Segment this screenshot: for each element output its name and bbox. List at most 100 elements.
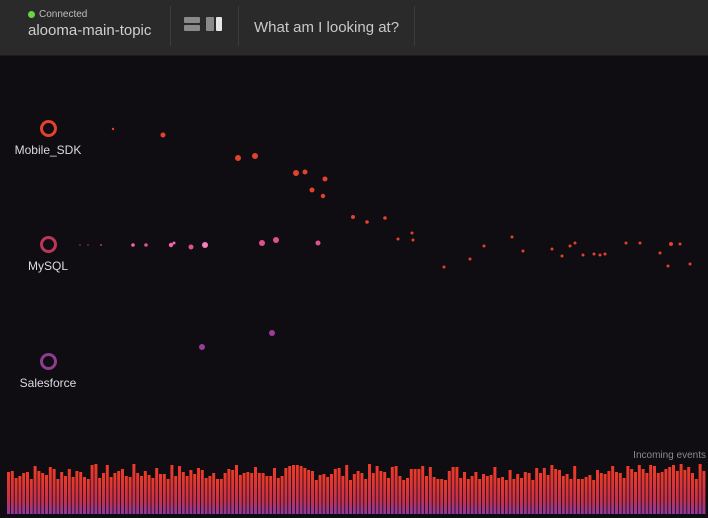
histogram-bar bbox=[52, 469, 56, 514]
histogram-bar bbox=[174, 476, 178, 514]
event-flow-visualization bbox=[7, 127, 706, 514]
histogram-bar bbox=[474, 472, 478, 514]
histogram-bar bbox=[151, 478, 155, 514]
event-particle bbox=[79, 244, 81, 246]
histogram-bar bbox=[436, 479, 440, 514]
histogram-bar bbox=[561, 476, 565, 514]
histogram-bar bbox=[622, 478, 626, 514]
histogram-bar bbox=[702, 471, 706, 514]
histogram-bar bbox=[539, 473, 542, 514]
incoming-events-histogram bbox=[7, 464, 706, 514]
histogram-bar bbox=[185, 476, 189, 514]
event-particle bbox=[678, 242, 682, 246]
histogram-bar bbox=[166, 479, 170, 514]
histogram-bar bbox=[257, 473, 261, 514]
event-particle bbox=[658, 251, 662, 255]
histogram-bar bbox=[546, 475, 550, 514]
event-particle bbox=[302, 169, 308, 175]
histogram-bar bbox=[520, 478, 523, 514]
event-particle bbox=[202, 242, 208, 248]
histogram-bar bbox=[94, 464, 98, 514]
event-particle bbox=[550, 247, 554, 251]
histogram-bar bbox=[691, 473, 694, 514]
event-particle bbox=[688, 262, 692, 266]
histogram-bar bbox=[170, 465, 174, 514]
histogram-bar bbox=[90, 465, 94, 514]
histogram-bar bbox=[48, 467, 52, 514]
histogram-bar bbox=[421, 466, 425, 514]
histogram-bar bbox=[387, 478, 390, 514]
event-particle bbox=[624, 241, 628, 245]
event-particle bbox=[320, 193, 326, 199]
event-particle bbox=[603, 252, 607, 256]
event-particle bbox=[160, 132, 166, 138]
histogram-bar bbox=[584, 477, 588, 514]
histogram-bar bbox=[607, 471, 611, 514]
event-particle bbox=[168, 242, 174, 248]
histogram-bar bbox=[326, 477, 330, 514]
histogram-bar bbox=[303, 468, 307, 514]
histogram-bar bbox=[18, 476, 22, 514]
event-particle bbox=[172, 241, 176, 245]
histogram-bar bbox=[288, 466, 292, 514]
histogram-bar bbox=[417, 469, 421, 514]
histogram-bar bbox=[444, 480, 447, 514]
event-particle bbox=[351, 215, 355, 219]
histogram-bar bbox=[83, 477, 86, 514]
histogram-bar bbox=[459, 478, 463, 514]
histogram-bar bbox=[197, 468, 200, 514]
histogram-bar bbox=[276, 478, 280, 514]
event-particle bbox=[442, 265, 446, 269]
histogram-bar bbox=[311, 471, 314, 514]
event-particle bbox=[638, 241, 642, 245]
event-particle bbox=[111, 127, 115, 131]
histogram-bar bbox=[508, 470, 512, 514]
histogram-bar bbox=[664, 469, 668, 514]
histogram-bar bbox=[687, 467, 691, 514]
event-particle bbox=[521, 249, 525, 253]
histogram-bar bbox=[615, 472, 618, 514]
histogram-bar bbox=[432, 477, 436, 514]
event-particle bbox=[273, 237, 279, 243]
event-particle bbox=[592, 252, 596, 256]
histogram-bar bbox=[409, 469, 413, 514]
histogram-bar bbox=[60, 472, 64, 514]
histogram-bar bbox=[368, 464, 371, 514]
histogram-bar bbox=[162, 474, 166, 514]
histogram-bar bbox=[37, 471, 41, 514]
histogram-bar bbox=[580, 479, 584, 514]
histogram-bar bbox=[425, 476, 428, 514]
histogram-bar bbox=[132, 464, 136, 514]
histogram-bar bbox=[117, 471, 121, 514]
histogram-bar bbox=[618, 473, 622, 514]
event-particle bbox=[188, 244, 194, 250]
histogram-bar bbox=[341, 476, 345, 514]
histogram-bar bbox=[235, 465, 238, 514]
histogram-bar bbox=[406, 478, 409, 514]
histogram-bar bbox=[656, 473, 660, 514]
histogram-bar bbox=[128, 477, 132, 514]
histogram-bar bbox=[136, 473, 140, 514]
histogram-bar bbox=[531, 480, 535, 514]
histogram-bar bbox=[626, 466, 630, 514]
histogram-bar bbox=[280, 476, 284, 514]
histogram-bar bbox=[527, 473, 531, 514]
histogram-bar bbox=[337, 468, 341, 514]
event-particle bbox=[259, 240, 265, 246]
histogram-bar bbox=[242, 473, 246, 514]
histogram-bar bbox=[645, 473, 649, 514]
histogram-bar bbox=[45, 475, 48, 514]
histogram-bar bbox=[322, 474, 326, 514]
event-particle bbox=[293, 170, 299, 176]
histogram-bar bbox=[379, 471, 383, 514]
histogram-bar bbox=[497, 478, 501, 514]
histogram-bar bbox=[159, 474, 162, 514]
histogram-bar bbox=[292, 465, 295, 514]
histogram-bar bbox=[193, 474, 197, 514]
histogram-bar bbox=[71, 477, 75, 514]
histogram-bar bbox=[356, 471, 360, 514]
histogram-bar bbox=[440, 479, 444, 514]
histogram-bar bbox=[683, 470, 687, 514]
event-particle bbox=[510, 235, 514, 239]
histogram-bar bbox=[660, 472, 664, 514]
